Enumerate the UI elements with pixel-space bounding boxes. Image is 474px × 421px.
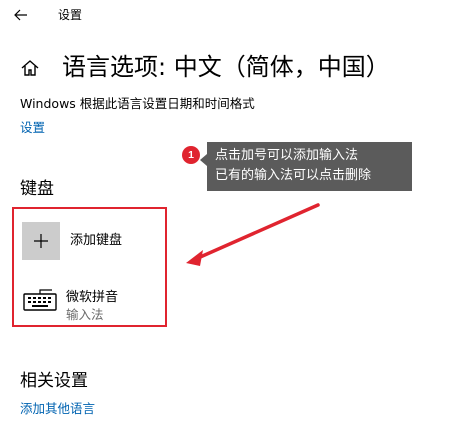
- back-button[interactable]: [10, 4, 32, 26]
- format-description: Windows 根据此语言设置日期和时间格式: [20, 96, 255, 111]
- annotation-callout: 点击加号可以添加输入法 已有的输入法可以点击删除: [200, 142, 412, 191]
- home-icon[interactable]: [20, 58, 40, 78]
- plus-icon: [34, 234, 48, 248]
- keyboard-item-name[interactable]: 微软拼音: [66, 286, 118, 305]
- related-settings-title: 相关设置: [20, 371, 88, 391]
- keyboard-icon[interactable]: [22, 288, 58, 312]
- add-language-link[interactable]: 添加其他语言: [20, 398, 95, 417]
- add-keyboard-label[interactable]: 添加键盘: [70, 229, 122, 248]
- window-title: 设置: [58, 8, 83, 22]
- callout-line-2: 已有的输入法可以点击删除: [215, 168, 372, 183]
- annotation-badge: 1: [182, 146, 200, 164]
- keyboard-section-title: 键盘: [20, 179, 54, 199]
- callout-line-1: 点击加号可以添加输入法: [215, 148, 359, 163]
- page-title: 语言选项: 中文（简体，中国）: [62, 53, 390, 81]
- add-keyboard-button[interactable]: [22, 222, 60, 260]
- keyboard-item-type: 输入法: [66, 307, 104, 322]
- settings-link[interactable]: 设置: [20, 117, 45, 136]
- arrow-left-icon: [14, 9, 27, 21]
